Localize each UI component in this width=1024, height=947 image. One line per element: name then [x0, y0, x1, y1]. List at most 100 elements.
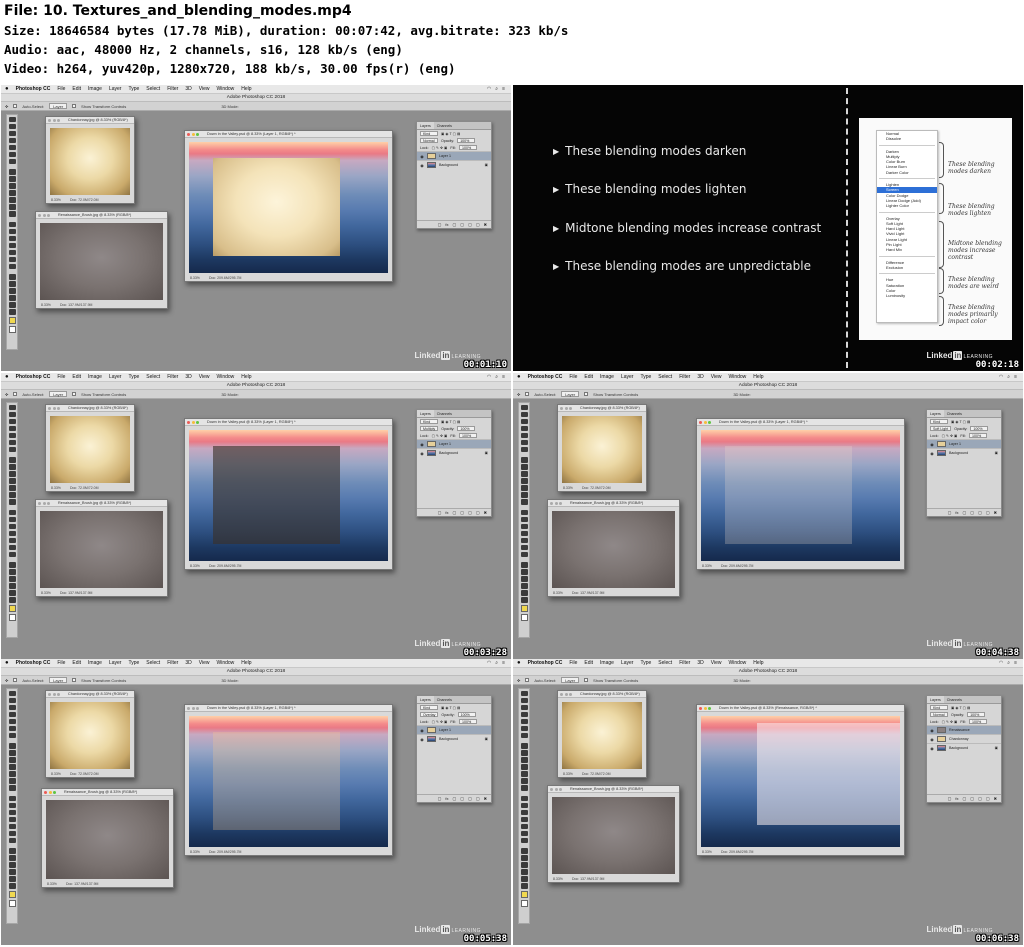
kind-filter-dropdown[interactable]: Kind — [420, 705, 438, 710]
blend-mode-dropdown[interactable]: Normal — [420, 138, 438, 143]
show-transform-checkbox[interactable] — [584, 678, 589, 682]
menu-file[interactable]: File — [57, 374, 65, 380]
auto-select-checkbox[interactable] — [13, 104, 18, 108]
menu-type[interactable]: Type — [640, 660, 651, 666]
document-tab-title[interactable]: Chardonnay.jpg @ 8.33% (RGB/8*) — [558, 405, 646, 412]
layer-name[interactable]: Background — [439, 451, 458, 455]
menu-layer[interactable]: Layer — [109, 660, 122, 666]
wifi-icon[interactable]: ◠ — [487, 86, 491, 92]
move-tool-icon[interactable]: ✜ — [517, 392, 520, 397]
minimize-icon[interactable] — [554, 502, 558, 505]
tool-icon[interactable] — [8, 697, 16, 703]
tool-icon[interactable] — [8, 837, 16, 843]
valley-window[interactable]: Down in the Valley.psd @ 8.33% (Layer 1,… — [696, 418, 905, 570]
auto-select-checkbox[interactable] — [525, 392, 530, 396]
list-icon[interactable]: ≡ — [1014, 660, 1017, 666]
layer-row[interactable]: ◉ Background ▣ — [927, 743, 1001, 752]
tool-icon[interactable] — [8, 478, 16, 484]
tool-icon[interactable] — [8, 302, 16, 308]
menu-edit[interactable]: Edit — [72, 374, 81, 380]
tool-icon[interactable] — [8, 590, 16, 596]
kind-filter-dropdown[interactable]: Kind — [420, 419, 438, 424]
tool-icon[interactable] — [520, 590, 528, 596]
layer-row[interactable]: ◉ Background ▣ — [417, 448, 491, 457]
menu-item[interactable]: Dissolve — [877, 136, 937, 141]
tool-icon[interactable] — [8, 116, 16, 122]
show-transform-checkbox[interactable] — [72, 392, 77, 396]
new-layer-icon[interactable]: ▢ — [986, 510, 990, 515]
tool-icon[interactable] — [8, 711, 16, 717]
document-tab-title[interactable]: Down in the Valley.psd @ 8.33% (Renaissa… — [697, 705, 904, 712]
chardonnay-window[interactable]: Chardonnay.jpg @ 8.33% (RGB/8*) 8.33% Doc:… — [557, 690, 647, 778]
background-color-swatch[interactable] — [8, 899, 16, 907]
tool-icon[interactable] — [8, 228, 16, 234]
menu-view[interactable]: View — [711, 660, 722, 666]
tool-icon[interactable] — [8, 123, 16, 129]
tool-icon[interactable] — [8, 274, 16, 280]
minimize-icon[interactable] — [191, 133, 195, 136]
minimize-icon[interactable] — [52, 693, 56, 696]
folder-icon[interactable]: ▢ — [978, 510, 982, 515]
layer-select-dropdown[interactable]: Layer — [49, 103, 68, 109]
blend-mode-dropdown[interactable]: Normal — [930, 712, 948, 717]
document-tab-title[interactable]: Down in the Valley.psd @ 8.33% (Layer 1,… — [185, 419, 392, 426]
wifi-icon[interactable]: ◠ — [999, 374, 1003, 380]
tool-icon[interactable] — [8, 809, 16, 815]
filter-icons[interactable]: ▣ ◉ T ▢ ▤ — [951, 706, 970, 710]
tool-icon[interactable] — [8, 862, 16, 868]
renaissance-window[interactable]: Renaissance_Brush.jpg @ 8.33% (RGB/8*) 8.… — [547, 785, 680, 883]
tool-icon[interactable] — [8, 204, 16, 210]
tool-icon[interactable] — [8, 471, 16, 477]
tool-icon[interactable] — [8, 183, 16, 189]
renaissance-window[interactable]: Renaissance_Brush.jpg @ 8.33% (RGB/8*) 8.… — [547, 499, 680, 597]
lock-icons[interactable]: ▢ ✎ ✜ ▣ — [942, 434, 958, 438]
tab-channels[interactable]: Channels — [944, 696, 965, 703]
tool-icon[interactable] — [520, 869, 528, 875]
document-canvas[interactable] — [562, 416, 642, 483]
menu-window[interactable]: Window — [216, 86, 234, 92]
menu-3d[interactable]: 3D — [697, 660, 703, 666]
menu-help[interactable]: Help — [753, 374, 763, 380]
fx-icon[interactable]: fx — [955, 510, 958, 515]
eye-icon[interactable]: ◉ — [930, 737, 934, 742]
apple-icon[interactable]: ● — [5, 86, 9, 92]
tool-icon[interactable] — [520, 478, 528, 484]
mask-icon[interactable]: ▢ — [453, 796, 457, 801]
document-tab-title[interactable]: Chardonnay.jpg @ 8.33% (RGB/8*) — [46, 405, 134, 412]
minimize-icon[interactable] — [703, 421, 707, 424]
close-icon[interactable] — [699, 421, 702, 424]
chardonnay-window[interactable]: Chardonnay.jpg @ 8.33% (RGB/8*) 8.33% Doc:… — [557, 404, 647, 492]
menu-layer[interactable]: Layer — [621, 374, 634, 380]
tool-icon[interactable] — [8, 523, 16, 529]
document-canvas[interactable] — [50, 416, 130, 483]
tool-icon[interactable] — [520, 492, 528, 498]
menu-item[interactable]: Exclusion — [877, 265, 937, 270]
lock-icons[interactable]: ▢ ✎ ✜ ▣ — [432, 720, 448, 724]
tool-icon[interactable] — [520, 457, 528, 463]
menu-window[interactable]: Window — [216, 660, 234, 666]
document-tab-title[interactable]: Renaissance_Brush.jpg @ 8.33% (RGB/8*) — [548, 500, 679, 507]
tool-icon[interactable] — [520, 425, 528, 431]
folder-icon[interactable]: ▢ — [468, 796, 472, 801]
tool-icon[interactable] — [8, 158, 16, 164]
minimize-icon[interactable] — [191, 421, 195, 424]
tool-icon[interactable] — [8, 757, 16, 763]
search-icon[interactable]: ⌕ — [495, 86, 498, 92]
new-layer-icon[interactable]: ▢ — [986, 796, 990, 801]
new-layer-icon[interactable]: ▢ — [476, 222, 480, 227]
trash-icon[interactable]: ✖ — [994, 796, 997, 801]
menu-item[interactable]: Darker Color — [877, 170, 937, 175]
tool-icon[interactable] — [8, 816, 16, 822]
adjustment-icon[interactable]: ▢ — [460, 796, 464, 801]
tool-icon[interactable] — [8, 439, 16, 445]
menu-image[interactable]: Image — [88, 374, 102, 380]
eye-icon[interactable]: ◉ — [420, 442, 424, 447]
menu-photoshop-cc[interactable]: Photoshop CC — [528, 660, 563, 666]
minimize-icon[interactable] — [564, 407, 568, 410]
tool-icon[interactable] — [8, 404, 16, 410]
tool-icon[interactable] — [520, 883, 528, 889]
menu-image[interactable]: Image — [88, 86, 102, 92]
tool-icon[interactable] — [520, 583, 528, 589]
tool-icon[interactable] — [8, 418, 16, 424]
tool-icon[interactable] — [520, 471, 528, 477]
